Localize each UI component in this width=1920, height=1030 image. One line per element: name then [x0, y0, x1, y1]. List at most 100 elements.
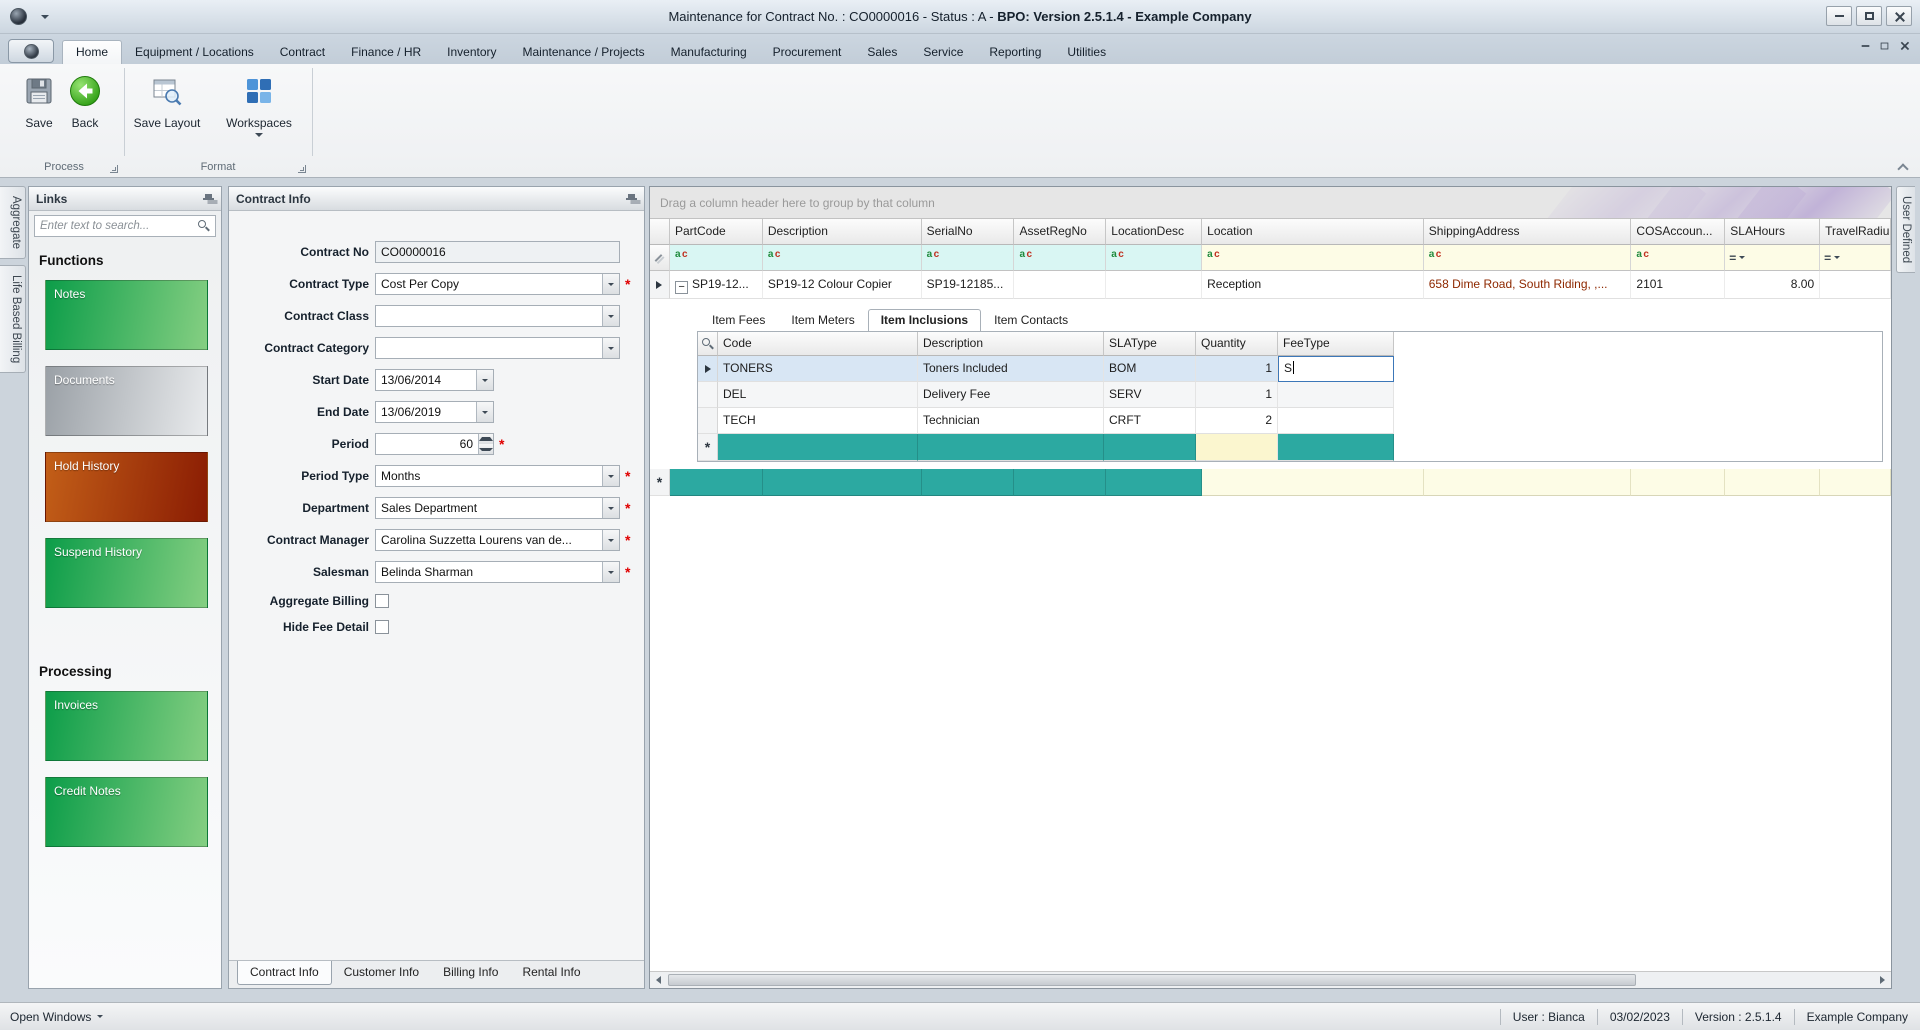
tab-item-fees[interactable]: Item Fees: [699, 309, 778, 331]
mdi-minimize-icon[interactable]: [1861, 44, 1870, 47]
tab-billing-info[interactable]: Billing Info: [431, 961, 510, 984]
column-header-travelradius[interactable]: TravelRadiu...: [1820, 219, 1891, 245]
tab-inventory[interactable]: Inventory: [434, 41, 509, 64]
hide-fee-detail-checkbox[interactable]: [375, 620, 389, 634]
dropdown-button[interactable]: [602, 562, 619, 582]
tab-item-contacts[interactable]: Item Contacts: [981, 309, 1081, 331]
cell-quantity[interactable]: 1: [1196, 382, 1278, 408]
scrollbar-thumb[interactable]: [668, 974, 1636, 986]
dropdown-button[interactable]: [602, 466, 619, 486]
contract-manager-dropdown[interactable]: Carolina Suzzetta Lourens van de...: [375, 529, 620, 551]
new-cell-assetregno[interactable]: [1014, 469, 1107, 496]
cell-code[interactable]: TONERS: [718, 356, 918, 382]
cell-description[interactable]: Toners Included: [918, 356, 1104, 382]
filter-cell-slahours[interactable]: =: [1725, 245, 1821, 271]
column-header-partcode[interactable]: PartCode: [669, 219, 763, 245]
tab-service[interactable]: Service: [910, 41, 976, 64]
cell-partcode[interactable]: − SP19-12...: [669, 271, 763, 299]
filter-cell-assetregno[interactable]: [1014, 245, 1107, 271]
tab-item-inclusions[interactable]: Item Inclusions: [867, 309, 982, 331]
filter-cell-travelradius[interactable]: =: [1820, 245, 1891, 271]
detail-row[interactable]: DEL Delivery Fee SERV 1: [698, 382, 1882, 408]
dropdown-button[interactable]: [476, 370, 493, 390]
documents-button[interactable]: Documents: [45, 366, 208, 436]
filter-cell-description[interactable]: [762, 245, 922, 271]
grid-data-row[interactable]: − SP19-12... SP19-12 Colour Copier SP19-1…: [650, 271, 1891, 299]
detail-column-quantity[interactable]: Quantity: [1196, 332, 1278, 356]
column-header-slahours[interactable]: SLAHours: [1725, 219, 1821, 245]
new-cell-location[interactable]: [1202, 469, 1424, 496]
tab-utilities[interactable]: Utilities: [1054, 41, 1119, 64]
spin-up-button[interactable]: [479, 434, 493, 444]
column-header-cosaccount[interactable]: COSAccoun...: [1631, 219, 1726, 245]
new-cell-description[interactable]: [918, 434, 1104, 461]
close-button[interactable]: [1886, 6, 1912, 26]
cell-travelradius[interactable]: [1820, 271, 1891, 299]
cell-locationdesc[interactable]: [1106, 271, 1203, 299]
new-cell-description[interactable]: [762, 469, 922, 496]
grid-new-row[interactable]: *: [650, 469, 1891, 496]
cell-shippingaddress[interactable]: 658 Dime Road, South Riding, ,...: [1423, 271, 1632, 299]
mdi-close-icon[interactable]: [1900, 41, 1909, 50]
contract-class-dropdown[interactable]: [375, 305, 620, 327]
new-cell-travelradius[interactable]: [1820, 469, 1891, 496]
dropdown-button[interactable]: [602, 338, 619, 358]
cell-quantity[interactable]: 2: [1196, 408, 1278, 434]
tab-contract[interactable]: Contract: [267, 41, 338, 64]
pin-icon[interactable]: [626, 193, 637, 205]
new-cell-code[interactable]: [718, 434, 918, 461]
cell-slatype[interactable]: CRFT: [1104, 408, 1196, 434]
new-cell-serialno[interactable]: [921, 469, 1015, 496]
search-input[interactable]: [40, 220, 198, 232]
cell-feetype-editing[interactable]: S: [1278, 356, 1394, 382]
detail-column-slatype[interactable]: SLAType: [1104, 332, 1196, 356]
tab-maintenance-projects[interactable]: Maintenance / Projects: [510, 41, 658, 64]
end-date-field[interactable]: 13/06/2019: [375, 401, 494, 423]
new-cell-feetype[interactable]: [1278, 434, 1394, 461]
collapse-detail-button[interactable]: −: [674, 281, 688, 294]
dropdown-button[interactable]: [602, 306, 619, 326]
salesman-dropdown[interactable]: Belinda Sharman: [375, 561, 620, 583]
tab-procurement[interactable]: Procurement: [760, 41, 855, 64]
cell-feetype[interactable]: [1278, 408, 1394, 434]
contract-category-dropdown[interactable]: [375, 337, 620, 359]
column-header-shippingaddress[interactable]: ShippingAddress: [1423, 219, 1632, 245]
filter-cell-partcode[interactable]: [669, 245, 763, 271]
suspend-history-button[interactable]: Suspend History: [45, 538, 208, 608]
detail-new-row[interactable]: *: [698, 434, 1882, 461]
process-dialog-launcher-icon[interactable]: [110, 165, 118, 173]
cell-feetype[interactable]: [1278, 382, 1394, 408]
column-header-assetregno[interactable]: AssetRegNo: [1014, 219, 1107, 245]
cell-slatype[interactable]: BOM: [1104, 356, 1196, 382]
filter-cell-serialno[interactable]: [921, 245, 1015, 271]
format-dialog-launcher-icon[interactable]: [298, 165, 306, 173]
new-cell-locationdesc[interactable]: [1106, 469, 1203, 496]
dropdown-button[interactable]: [602, 498, 619, 518]
new-cell-cosaccount[interactable]: [1631, 469, 1726, 496]
period-type-dropdown[interactable]: Months: [375, 465, 620, 487]
detail-row[interactable]: TECH Technician CRFT 2: [698, 408, 1882, 434]
column-header-locationdesc[interactable]: LocationDesc: [1106, 219, 1203, 245]
minimize-button[interactable]: [1826, 6, 1852, 26]
dock-tab-life-based-billing[interactable]: Life Based Billing: [0, 265, 26, 374]
cell-assetregno[interactable]: [1014, 271, 1107, 299]
new-cell-slatype[interactable]: [1104, 434, 1196, 461]
back-button[interactable]: Back: [48, 70, 122, 130]
contract-no-field[interactable]: CO0000016: [375, 241, 620, 263]
tab-rental-info[interactable]: Rental Info: [510, 961, 592, 984]
dock-tab-user-defined[interactable]: User Defined: [1896, 186, 1915, 274]
dock-tab-aggregate[interactable]: Aggregate: [0, 186, 26, 260]
new-cell-shippingaddress[interactable]: [1423, 469, 1632, 496]
tab-sales[interactable]: Sales: [854, 41, 910, 64]
column-header-description[interactable]: Description: [762, 219, 922, 245]
notes-button[interactable]: Notes: [45, 280, 208, 350]
filter-cell-shippingaddress[interactable]: [1423, 245, 1632, 271]
horizontal-scrollbar[interactable]: [650, 971, 1891, 988]
filter-cell-locationdesc[interactable]: [1106, 245, 1203, 271]
collapse-ribbon-icon[interactable]: [1898, 164, 1908, 171]
dropdown-button[interactable]: [602, 274, 619, 294]
detail-row[interactable]: TONERS Toners Included BOM 1 S: [698, 356, 1882, 382]
detail-column-description[interactable]: Description: [918, 332, 1104, 356]
tab-home[interactable]: Home: [62, 40, 123, 64]
detail-search-header[interactable]: [698, 332, 718, 356]
